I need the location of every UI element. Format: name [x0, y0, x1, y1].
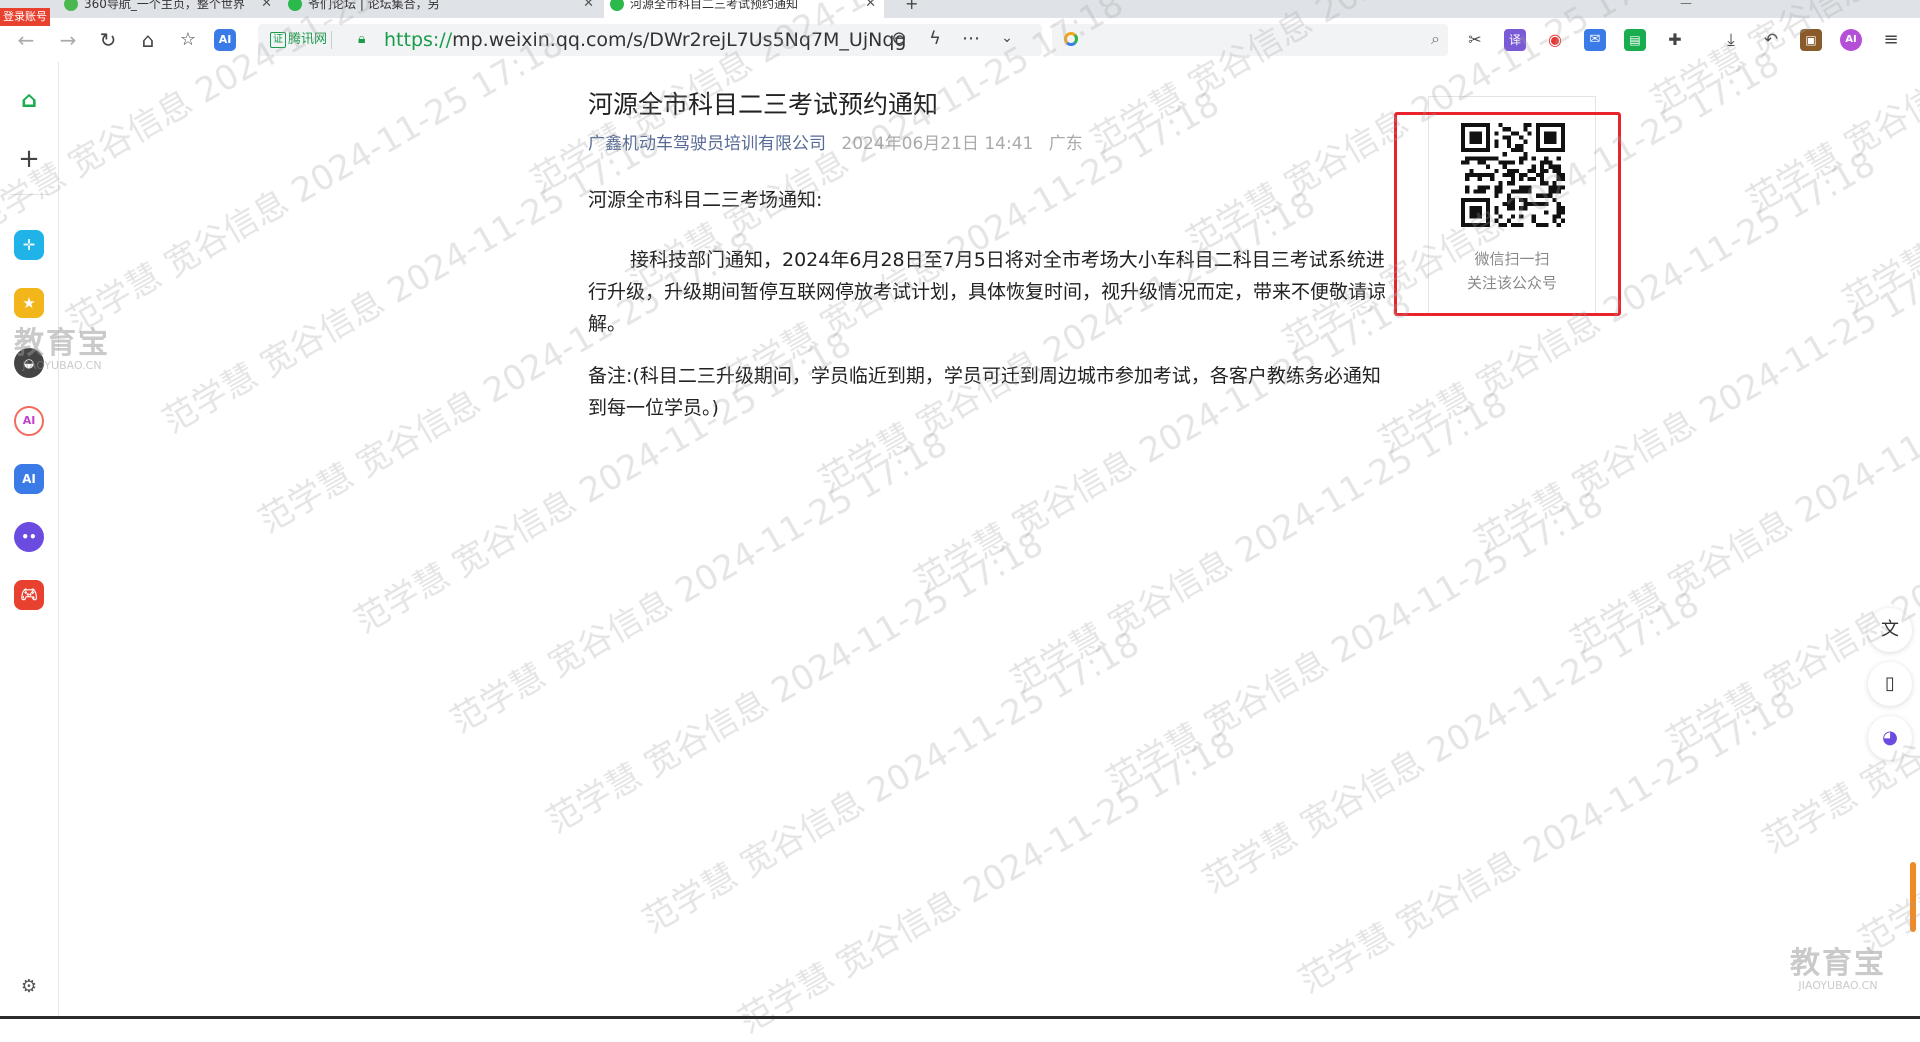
highlight-box [1394, 112, 1621, 316]
settings-gear-icon[interactable]: ⚙ [14, 972, 44, 1002]
assistant-float-icon[interactable]: ◕ [1868, 716, 1912, 760]
app-tool-icon[interactable]: ✛ [14, 230, 44, 260]
ai-circle-icon[interactable]: AI [14, 406, 44, 436]
add-icon[interactable]: + [14, 144, 44, 174]
article-paragraph: 备注:(科目二三升级期间，学员临近到期，学员可迁到周边城市参加考试，各客户教练务… [588, 365, 1381, 419]
publish-date: 2024年06月21日 14:41 [841, 134, 1034, 154]
article-meta: 广鑫机动车驾驶员培训有限公司 2024年06月21日 14:41 广东 [588, 132, 1398, 156]
briefcase-icon[interactable]: ▣ [1800, 29, 1822, 51]
translate-float-icon[interactable]: 文 [1868, 608, 1912, 652]
close-icon[interactable]: ✕ [865, 0, 876, 14]
extensions-puzzle-icon[interactable]: ✚ [1664, 29, 1686, 51]
assistant-face-icon[interactable]: •• [14, 522, 44, 552]
home-icon[interactable]: ⌂ [134, 26, 162, 54]
weibo-icon[interactable]: ◉ [1544, 29, 1566, 51]
star-app-icon[interactable]: ★ [14, 288, 44, 318]
tab-360-nav[interactable]: 360导航_一个主页，整个世界 ✕ [58, 0, 280, 18]
zoom-icon[interactable]: ⊖ [886, 28, 912, 49]
login-badge[interactable]: 登录账号 [0, 8, 50, 26]
lock-icon: 🔒︎ [358, 31, 366, 47]
search-box[interactable]: ⌕ [1052, 24, 1448, 56]
ai-assistant-icon[interactable]: AI [214, 29, 236, 51]
search-engine-icon[interactable] [1064, 32, 1078, 46]
article: 河源全市科目二三考试预约通知 广鑫机动车驾驶员培训有限公司 2024年06月21… [588, 88, 1398, 424]
tab-active-article[interactable]: 河源全市科目二三考试预约通知 ✕ [604, 0, 884, 18]
search-icon[interactable]: ⌕ [1431, 29, 1440, 49]
article-paragraph: 接科技部门通知，2024年6月28日至7月5日将对全市考场大小车科目二科目三考试… [588, 249, 1387, 335]
account-name-link[interactable]: 广鑫机动车驾驶员培训有限公司 [588, 134, 826, 154]
tab-title: 爷们论坛 | 论坛集合，另 [308, 0, 440, 11]
left-sidebar: ⌂ + ✛ ★ ◒ AI AI •• 🎮︎ ⚙ [0, 62, 59, 1019]
tab-strip: 360导航_一个主页，整个世界 ✕ 爷们论坛 | 论坛集合，另 ✕ 河源全市科目… [0, 0, 1920, 18]
forward-icon[interactable]: → [54, 26, 82, 54]
translate-icon[interactable]: 译 [1504, 29, 1526, 51]
certificate-label[interactable]: 腾讯网 [270, 31, 333, 49]
sidebar-divider [10, 194, 48, 195]
watermark-text: 范学慧 宽谷信息 2024-11-25 17:18 [1196, 583, 1707, 902]
tab-forum[interactable]: 爷们论坛 | 论坛集合，另 ✕ [282, 0, 602, 18]
mail-icon[interactable]: ✉ [1584, 29, 1606, 51]
scrollbar-thumb[interactable] [1910, 862, 1916, 932]
watermark-text: 范学慧 宽谷信息 2024-11-25 17:18 [1564, 344, 1920, 662]
back-icon[interactable]: ← [12, 26, 40, 54]
watermark-text: 范学慧 宽谷信息 2024-11-25 17:18 [1100, 483, 1611, 802]
window-minimize-icon[interactable]: — [1680, 0, 1692, 10]
tab-title: 河源全市科目二三考试预约通知 [630, 0, 799, 11]
watermark-text: 范学慧 宽谷信息 2024-11-25 17:18 [732, 723, 1243, 1042]
more-icon[interactable]: ⋯ [958, 28, 984, 49]
watermark-text: 范学慧 宽谷信息 2024-11-25 17:18 [60, 23, 571, 342]
close-icon[interactable]: ✕ [583, 0, 594, 14]
watermark-text: 范学慧 宽谷信息 2024-11-25 17:18 [1292, 683, 1803, 1002]
chevron-down-icon[interactable]: ⌄ [994, 30, 1020, 46]
game-controller-icon[interactable]: 🎮︎ [14, 580, 44, 610]
wechat-icon [288, 0, 302, 11]
tab-title: 360导航_一个主页，整个世界 [84, 0, 245, 11]
favorites-icon[interactable]: ☆ [174, 26, 202, 54]
publish-location: 广东 [1048, 134, 1083, 154]
undo-icon[interactable]: ↶ [1760, 29, 1782, 51]
download-icon[interactable]: ⤓ [1720, 29, 1742, 51]
new-tab-icon[interactable]: + [905, 0, 918, 13]
wechat-icon [610, 0, 624, 11]
browser-toolbar: ← → ↻ ⌂ ☆ AI 腾讯网 🔒︎ https://mp.weixin.qq… [0, 18, 1920, 62]
reader-book-icon[interactable]: ▤ [1624, 29, 1646, 51]
screenshot-scissors-icon[interactable]: ✂ [1464, 29, 1486, 51]
watermark-text: 范学慧 宽谷信息 2024-11-25 17:18 [444, 423, 955, 742]
watermark-text: 范学慧 宽谷信息 2024-11-25 17:18 [1660, 444, 1920, 762]
ai-chat-icon[interactable]: AI [1840, 29, 1862, 51]
url-text[interactable]: https://mp.weixin.qq.com/s/DWr2rejL7Us5N… [384, 28, 906, 52]
close-icon[interactable]: ✕ [261, 0, 272, 14]
watermark-text: 范学慧 宽谷信息 2024-11-25 17:18 [540, 523, 1051, 842]
reader-mode-icon[interactable]: ▯ [1868, 662, 1912, 706]
address-bar[interactable]: 腾讯网 🔒︎ https://mp.weixin.qq.com/s/DWr2re… [258, 24, 1042, 56]
article-paragraph: 河源全市科目二三考场通知: [588, 189, 823, 211]
watermark-text: 范学慧 宽谷信息 2024-11-25 17:18 [636, 623, 1147, 942]
ai-square-icon[interactable]: AI [14, 464, 44, 494]
jiaoyubao-watermark-logo: 教育宝 JIAOYUBAO.CN [1790, 946, 1886, 992]
menu-icon[interactable]: ≡ [1880, 29, 1902, 51]
article-title: 河源全市科目二三考试预约通知 [588, 90, 939, 119]
360-logo-icon [64, 0, 78, 11]
bot-app-icon[interactable]: ◒ [14, 348, 44, 378]
search-input[interactable] [1092, 28, 1396, 54]
lightning-icon[interactable]: ϟ [922, 28, 948, 49]
reload-icon[interactable]: ↻ [94, 26, 122, 54]
watermark-text: 范学慧 宽谷信息 2024-11-25 17:18 [1004, 383, 1515, 702]
home-icon[interactable]: ⌂ [14, 86, 44, 116]
